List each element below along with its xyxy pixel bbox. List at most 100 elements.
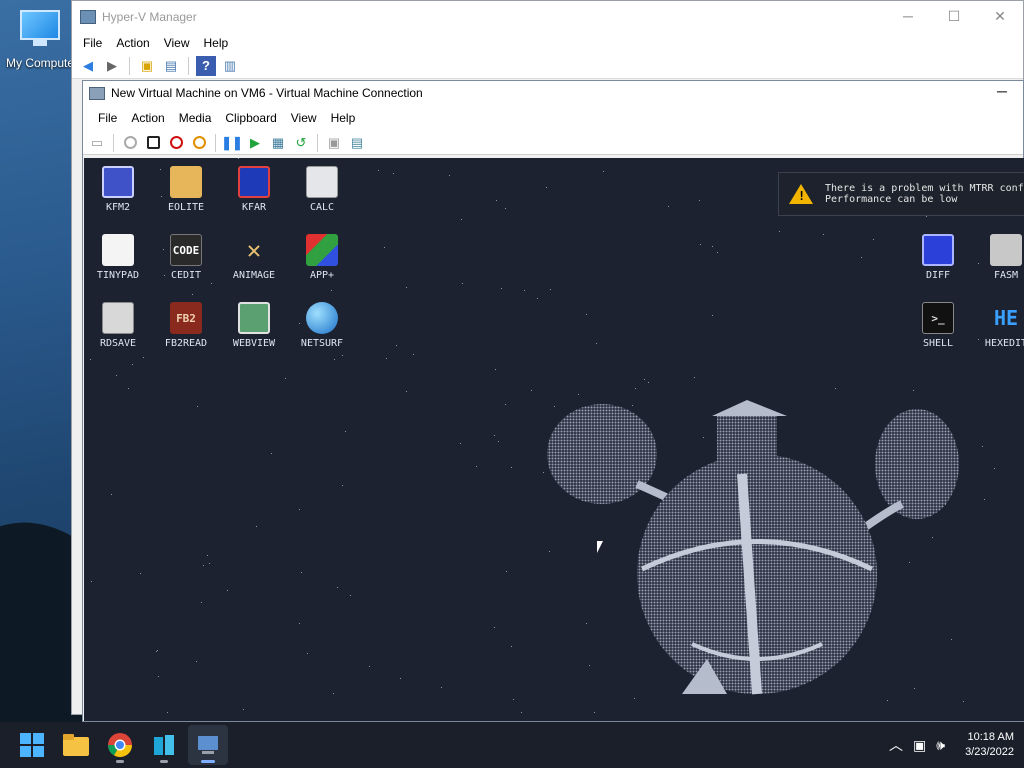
maximize-button[interactable]: ☐ bbox=[931, 1, 977, 31]
star bbox=[462, 283, 463, 284]
vm-titlebar[interactable]: New Virtual Machine on VM6 - Virtual Mac… bbox=[83, 81, 1023, 105]
save-state-icon[interactable] bbox=[189, 133, 209, 153]
windows-logo-icon bbox=[20, 733, 44, 757]
star bbox=[116, 375, 117, 376]
guest-icon-calc[interactable]: CALC bbox=[288, 166, 356, 213]
vm-menubar: File Action Media Clipboard View Help bbox=[83, 105, 1023, 131]
guest-icon-shell[interactable]: >_ SHELL bbox=[904, 302, 972, 349]
star bbox=[712, 246, 713, 247]
taskbar-hyperv-manager[interactable] bbox=[188, 725, 228, 765]
help-icon[interactable]: ? bbox=[196, 55, 216, 76]
resume-icon[interactable]: ▶ bbox=[245, 133, 265, 153]
vm-minimize-button[interactable]: ─ bbox=[987, 83, 1017, 99]
star bbox=[256, 526, 257, 527]
up-folder-icon[interactable]: ▣ bbox=[137, 56, 157, 76]
ctrl-alt-del-icon[interactable]: ▭ bbox=[87, 133, 107, 153]
hyperv-toolbar: ◀ ▶ ▣ ▤ ? ▥ bbox=[72, 53, 1023, 79]
star bbox=[111, 494, 112, 495]
guest-screen[interactable]: KFM2 EOLITE KFAR CALC TINYPAD CODE CEDIT… bbox=[84, 158, 1024, 721]
guest-icon-app-plus[interactable]: APP+ bbox=[288, 234, 356, 281]
guest-icon-animage[interactable]: ✕ ANIMAGE bbox=[220, 234, 288, 281]
taskbar-chrome[interactable] bbox=[100, 725, 140, 765]
vm-menu-help[interactable]: Help bbox=[324, 111, 363, 125]
network-icon[interactable]: ▣ bbox=[913, 737, 926, 754]
star bbox=[449, 175, 450, 176]
assembler-icon bbox=[990, 234, 1022, 266]
action-pane-icon[interactable]: ▥ bbox=[220, 56, 240, 76]
book-icon: FB2 bbox=[170, 302, 202, 334]
hyperv-menubar: File Action View Help bbox=[72, 33, 1023, 53]
hyperv-titlebar[interactable]: Hyper-V Manager ─ ☐ ✕ bbox=[72, 1, 1023, 33]
guest-icon-rdsave[interactable]: RDSAVE bbox=[84, 302, 152, 349]
share-icon[interactable]: ▤ bbox=[347, 133, 367, 153]
warning-icon bbox=[789, 184, 813, 204]
guest-icon-hexedit[interactable]: HE HEXEDIT bbox=[972, 302, 1024, 349]
guest-icon-kfar[interactable]: KFAR bbox=[220, 166, 288, 213]
menu-view[interactable]: View bbox=[157, 36, 197, 50]
folder-icon bbox=[170, 166, 202, 198]
star bbox=[132, 364, 133, 365]
pause-icon[interactable]: ❚❚ bbox=[221, 133, 243, 153]
star bbox=[386, 358, 387, 359]
clock[interactable]: 10:18 AM 3/23/2022 bbox=[965, 730, 1014, 760]
taskbar-server-manager[interactable] bbox=[144, 725, 184, 765]
star bbox=[586, 314, 587, 315]
star bbox=[511, 467, 512, 468]
shut-down-icon[interactable] bbox=[166, 133, 186, 153]
star bbox=[345, 431, 346, 432]
guest-icon-eolite[interactable]: EOLITE bbox=[152, 166, 220, 213]
revert-icon[interactable]: ↺ bbox=[291, 133, 311, 153]
star bbox=[506, 571, 507, 572]
star bbox=[524, 290, 525, 291]
star bbox=[201, 602, 202, 603]
guest-icon-tinypad[interactable]: TINYPAD bbox=[84, 234, 152, 281]
volume-icon[interactable]: 🕪 bbox=[936, 737, 945, 754]
vm-menu-clipboard[interactable]: Clipboard bbox=[218, 111, 283, 125]
show-hide-tree-icon[interactable]: ▤ bbox=[161, 56, 181, 76]
guest-icon-fb2read[interactable]: FB2 FB2READ bbox=[152, 302, 220, 349]
vm-menu-file[interactable]: File bbox=[91, 111, 124, 125]
star bbox=[393, 173, 394, 174]
star bbox=[694, 377, 695, 378]
guest-icon-fasm[interactable]: FASM bbox=[972, 234, 1024, 281]
mtrr-warning-notification[interactable]: There is a problem with MTRR confi Perfo… bbox=[778, 172, 1024, 216]
start-icon[interactable] bbox=[120, 133, 140, 153]
menu-action[interactable]: Action bbox=[109, 36, 156, 50]
menu-help[interactable]: Help bbox=[197, 36, 236, 50]
vm-menu-view[interactable]: View bbox=[284, 111, 324, 125]
star bbox=[550, 289, 551, 290]
guest-icon-kfm2[interactable]: KFM2 bbox=[84, 166, 152, 213]
taskbar-file-explorer[interactable] bbox=[56, 725, 96, 765]
enhanced-session-icon[interactable]: ▣ bbox=[324, 133, 344, 153]
menu-file[interactable]: File bbox=[76, 36, 109, 50]
close-button[interactable]: ✕ bbox=[977, 1, 1023, 31]
my-computer-desktop-icon[interactable]: My Compute bbox=[4, 10, 76, 70]
guest-icon-cedit[interactable]: CODE CEDIT bbox=[152, 234, 220, 281]
star bbox=[227, 590, 228, 591]
forward-arrow-icon[interactable]: ▶ bbox=[102, 56, 122, 76]
checkpoint-icon[interactable]: ▦ bbox=[268, 133, 288, 153]
guest-icon-diff[interactable]: DIFF bbox=[904, 234, 972, 281]
star bbox=[460, 443, 461, 444]
star bbox=[337, 587, 338, 588]
star bbox=[243, 709, 244, 710]
star bbox=[494, 435, 495, 436]
start-button[interactable] bbox=[12, 725, 52, 765]
star bbox=[635, 388, 636, 389]
star bbox=[963, 701, 964, 702]
vm-menu-action[interactable]: Action bbox=[124, 111, 171, 125]
vm-menu-media[interactable]: Media bbox=[172, 111, 219, 125]
back-arrow-icon[interactable]: ◀ bbox=[78, 56, 98, 76]
show-hidden-icons-chevron-icon[interactable]: ︿ bbox=[889, 735, 903, 755]
clock-date: 3/23/2022 bbox=[965, 746, 1014, 758]
computer-icon bbox=[20, 10, 60, 40]
star bbox=[521, 712, 522, 713]
star bbox=[513, 699, 514, 700]
star bbox=[384, 247, 385, 248]
guest-icon-netsurf[interactable]: NETSURF bbox=[288, 302, 356, 349]
turn-off-icon[interactable] bbox=[143, 133, 163, 153]
star bbox=[196, 661, 197, 662]
star bbox=[342, 355, 343, 356]
minimize-button[interactable]: ─ bbox=[885, 1, 931, 31]
guest-icon-webview[interactable]: WEBVIEW bbox=[220, 302, 288, 349]
